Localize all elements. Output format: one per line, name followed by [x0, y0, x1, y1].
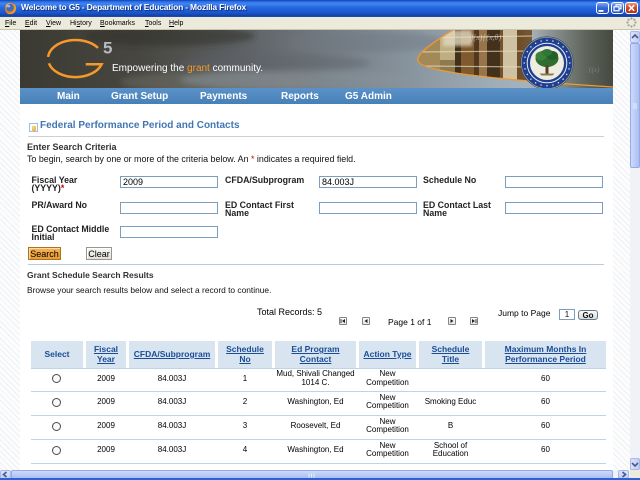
svg-text:Empowering the grant community: Empowering the grant community.: [112, 63, 263, 74]
svg-text:∫f(x)ƒ(x,θ): ∫f(x)ƒ(x,θ): [468, 33, 501, 42]
svg-text:ƒ(x): ƒ(x): [588, 66, 600, 74]
svg-text:5: 5: [103, 38, 112, 57]
